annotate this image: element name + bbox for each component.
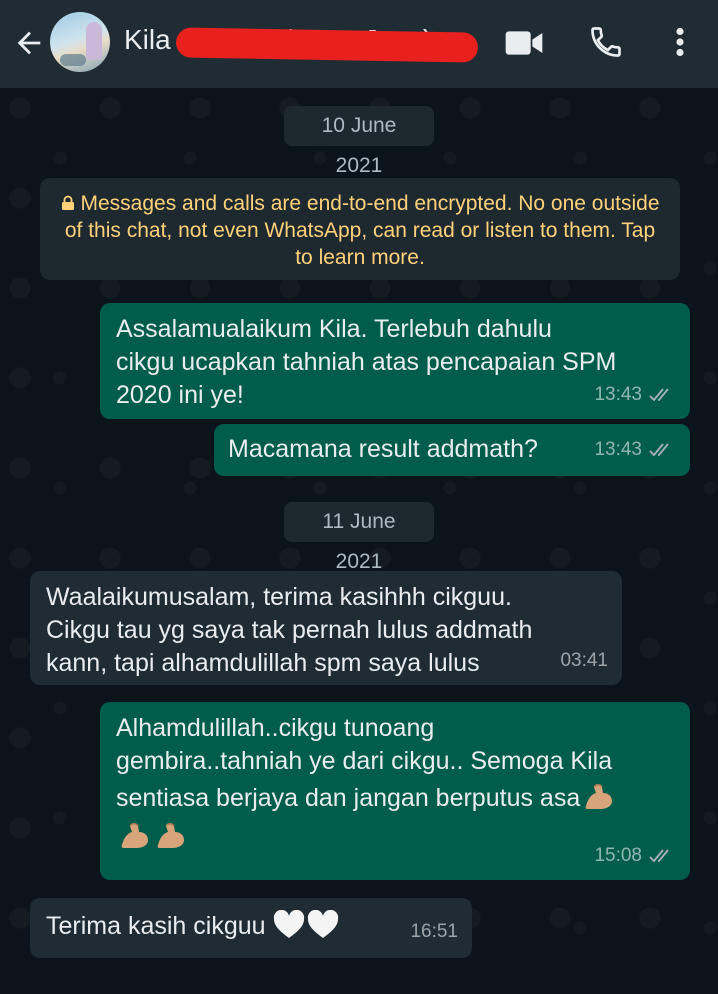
flexed-biceps-icon [121,823,148,848]
message-time: 16:51 [410,921,458,942]
message-time: 13:43 [594,384,642,405]
date-divider: 10 June 2021 [284,106,434,177]
more-vert-icon[interactable] [666,24,694,60]
message-text: Assalamualaikum Kila. Terlebuh dahulu ci… [116,315,617,409]
message-body: Terima kasih cikguu [46,912,266,940]
read-ticks-icon [649,387,669,401]
flexed-biceps-icon [157,823,184,848]
message-meta: 16:51 [410,915,458,948]
message-bubble-incoming[interactable]: Terima kasih cikguu 16:51 [30,898,472,958]
message-meta: 03:41 [560,644,608,677]
message-meta: 13:43 [594,433,676,466]
message-bubble-incoming[interactable]: Waalaikumusalam, terima kasihhh cikguu. … [30,571,622,685]
video-call-icon[interactable] [504,28,544,58]
phone-icon[interactable] [588,24,624,60]
flexed-biceps-icon [585,784,613,809]
encryption-notice[interactable]: Messages and calls are end-to-end encryp… [40,178,680,280]
avatar[interactable] [50,12,110,72]
message-bubble-outgoing[interactable]: Assalamualaikum Kila. Terlebuh dahulu ci… [100,303,690,419]
message-meta: 13:43 [594,378,676,411]
back-arrow-icon[interactable] [12,26,46,60]
avatar-person [86,22,102,60]
message-meta: 15:08 [594,839,676,872]
avatar-scenery [60,54,86,66]
read-ticks-icon [649,848,669,862]
read-ticks-icon [649,442,669,456]
message-bubble-outgoing[interactable]: Alhamdulillah..cikgu tunoang gembira..ta… [100,702,690,880]
message-time: 13:43 [594,439,642,460]
emoji-line [116,817,676,854]
white-heart-icon [308,910,339,938]
chat-area[interactable]: 10 June 2021 Messages and calls are end-… [0,88,718,994]
encryption-text: Messages and calls are end-to-end encryp… [64,192,660,269]
date-divider: 11 June 2021 [284,502,434,573]
message-bubble-outgoing[interactable]: Macamana result addmath? 13:43 [214,424,690,476]
message-time: 15:08 [594,845,642,866]
white-heart-icon [274,910,305,938]
message-text: Terima kasih cikguu [46,910,472,943]
message-text: Alhamdulillah..cikgu tunoang gembira..ta… [116,712,676,815]
message-time: 03:41 [560,650,608,671]
lock-icon [62,195,75,210]
message-text: Waalaikumusalam, terima kasihhh cikguu. … [46,583,533,677]
message-body: Alhamdulillah..cikgu tunoang gembira..ta… [116,714,613,812]
chat-header: Kila Student (Paya Jaya) [0,0,718,88]
redaction-mark [175,27,479,63]
